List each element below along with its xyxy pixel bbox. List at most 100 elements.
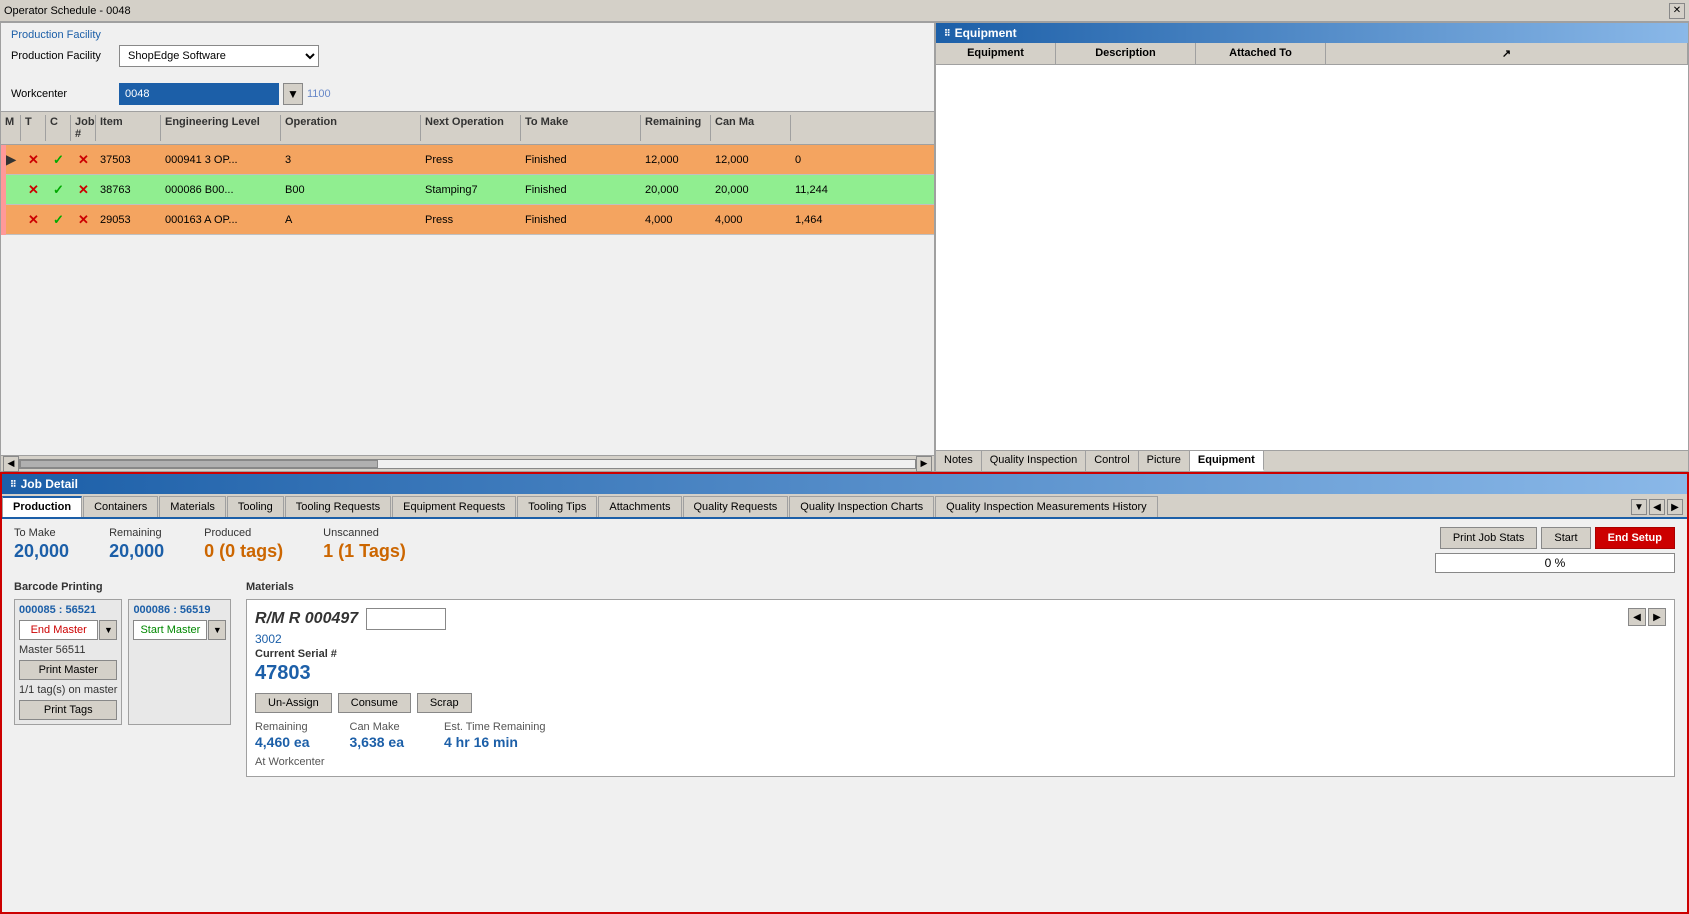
- produced-label: Produced: [204, 527, 283, 539]
- content-area: Barcode Printing 000085 : 56521 End Mast…: [2, 581, 1687, 912]
- consume-button[interactable]: Consume: [338, 693, 411, 713]
- table-row[interactable]: ▶ ✕ ✓ ✕ 37503 000941 3 OP... 3 Press Fin…: [1, 145, 934, 175]
- materials-title: Materials: [246, 581, 1675, 593]
- facility-field-label: Production Facility: [11, 50, 111, 62]
- start-button[interactable]: Start: [1541, 527, 1590, 549]
- tab-equipment[interactable]: Equipment: [1190, 451, 1264, 471]
- tab-quality-inspection-history[interactable]: Quality Inspection Measurements History: [935, 496, 1158, 517]
- row-item: 000941 3 OP...: [161, 152, 281, 168]
- col-header-t: T: [21, 115, 46, 141]
- tab-arrows: ▼ ◀ ▶: [1627, 497, 1687, 517]
- col-header-remaining: Remaining: [641, 115, 711, 141]
- stat-unscanned: Unscanned 1 (1 Tags): [323, 527, 406, 562]
- start-master-dropdown[interactable]: ▼: [208, 620, 226, 640]
- tab-tooling[interactable]: Tooling: [227, 496, 284, 517]
- tab-picture[interactable]: Picture: [1139, 451, 1190, 471]
- col-header-op: Operation: [281, 115, 421, 141]
- material-actions: Un-Assign Consume Scrap: [255, 693, 1666, 713]
- end-setup-button[interactable]: End Setup: [1595, 527, 1675, 549]
- row-to-make: 20,000: [641, 182, 711, 198]
- row-can-make: 1,464: [791, 212, 861, 228]
- row-to-make: 4,000: [641, 212, 711, 228]
- unassign-button[interactable]: Un-Assign: [255, 693, 332, 713]
- mat-est-time-label: Est. Time Remaining: [444, 721, 545, 733]
- scrollbar-track[interactable]: [19, 459, 916, 469]
- barcode-panel-1: 000085 : 56521 End Master ▼ Master 56511…: [14, 599, 122, 725]
- mat-remaining-value: 4,460 ea: [255, 734, 310, 750]
- tab-quality-inspection-charts[interactable]: Quality Inspection Charts: [789, 496, 934, 517]
- tab-dropdown-btn[interactable]: ▼: [1631, 499, 1647, 515]
- tab-quality-inspection[interactable]: Quality Inspection: [982, 451, 1086, 471]
- to-make-label: To Make: [14, 527, 69, 539]
- end-master-dropdown[interactable]: ▼: [99, 620, 117, 640]
- row-pink-indicator: [1, 175, 6, 205]
- top-btn-row: Print Job Stats Start End Setup: [1440, 527, 1675, 549]
- right-tabs: Notes Quality Inspection Control Picture…: [936, 450, 1688, 471]
- workcenter-number: 1100: [307, 88, 331, 100]
- barcode-panel-2: 000086 : 56519 Start Master ▼: [128, 599, 231, 725]
- nav-next-btn[interactable]: ▶: [1648, 608, 1666, 626]
- mat-can-make-value: 3,638 ea: [350, 734, 405, 750]
- workcenter-input-wrap: ▼ 1100: [119, 83, 331, 105]
- scroll-left-btn[interactable]: ◀: [3, 456, 19, 472]
- equipment-title-bar: ⠿ Equipment: [936, 23, 1688, 43]
- job-detail-label: Job Detail: [21, 477, 78, 491]
- progress-bar: 0 %: [1435, 553, 1675, 573]
- tab-tooling-tips[interactable]: Tooling Tips: [517, 496, 597, 517]
- start-master-button[interactable]: Start Master: [133, 620, 207, 640]
- nav-prev-btn[interactable]: ◀: [1628, 608, 1646, 626]
- scrollbar-thumb: [20, 460, 378, 468]
- col-header-nextop: Next Operation: [421, 115, 521, 141]
- workcenter-dropdown-btn[interactable]: ▼: [283, 83, 303, 105]
- barcode-section: Barcode Printing 000085 : 56521 End Mast…: [14, 581, 234, 904]
- tab-materials[interactable]: Materials: [159, 496, 226, 517]
- tab-production[interactable]: Production: [2, 496, 82, 517]
- stat-to-make: To Make 20,000: [14, 527, 69, 562]
- col-header-job: Job #: [71, 115, 96, 141]
- tab-tooling-requests[interactable]: Tooling Requests: [285, 496, 391, 517]
- row-operation: Stamping7: [421, 182, 521, 198]
- scrap-button[interactable]: Scrap: [417, 693, 472, 713]
- col-header-item: Item: [96, 115, 161, 141]
- row-to-make: 12,000: [641, 152, 711, 168]
- eq-col-attached: Attached To: [1196, 43, 1326, 64]
- close-button[interactable]: ✕: [1669, 3, 1685, 19]
- eq-col-description: Description: [1056, 43, 1196, 64]
- tab-quality-requests[interactable]: Quality Requests: [683, 496, 789, 517]
- row-mark-t: ✓: [46, 180, 71, 200]
- scroll-right-btn[interactable]: ▶: [916, 456, 932, 472]
- facility-section-label: Production Facility: [11, 29, 924, 41]
- eq-col-equipment: Equipment: [936, 43, 1056, 64]
- row-remaining: 4,000: [711, 212, 791, 228]
- tab-next-btn[interactable]: ▶: [1667, 499, 1683, 515]
- facility-section: Production Facility Production Facility …: [1, 23, 934, 83]
- table-row[interactable]: ✕ ✓ ✕ 29053 000163 A OP... A Press Finis…: [1, 205, 934, 235]
- print-master-button[interactable]: Print Master: [19, 660, 117, 680]
- produced-value: 0 (0 tags): [204, 541, 283, 562]
- barcode-panels: 000085 : 56521 End Master ▼ Master 56511…: [14, 599, 234, 725]
- table-row[interactable]: ✕ ✓ ✕ 38763 000086 B00... B00 Stamping7 …: [1, 175, 934, 205]
- material-input-box[interactable]: [366, 608, 446, 630]
- tab-notes[interactable]: Notes: [936, 451, 982, 471]
- tab-attachments[interactable]: Attachments: [598, 496, 681, 517]
- row-mark-c: ✕: [71, 150, 96, 170]
- job-detail-title: ⠿ Job Detail: [2, 474, 1687, 494]
- end-master-button[interactable]: End Master: [19, 620, 98, 640]
- tab-control[interactable]: Control: [1086, 451, 1138, 471]
- facility-select[interactable]: ShopEdge Software: [119, 45, 319, 67]
- row-remaining: 20,000: [711, 182, 791, 198]
- row-operation: Press: [421, 152, 521, 168]
- row-mark-m: ✕: [21, 210, 46, 230]
- mat-remaining-label: Remaining: [255, 721, 310, 733]
- workcenter-input[interactable]: [119, 83, 279, 105]
- col-header-tomake: To Make: [521, 115, 641, 141]
- col-header-c: C: [46, 115, 71, 141]
- tab-containers[interactable]: Containers: [83, 496, 158, 517]
- tab-equipment-requests[interactable]: Equipment Requests: [392, 496, 516, 517]
- print-job-stats-button[interactable]: Print Job Stats: [1440, 527, 1538, 549]
- row-job-num: 37503: [96, 152, 161, 168]
- col-header-eng: Engineering Level: [161, 115, 281, 141]
- print-tags-button[interactable]: Print Tags: [19, 700, 117, 720]
- barcode-btn-wrap-2: Start Master ▼: [133, 620, 226, 640]
- tab-prev-btn[interactable]: ◀: [1649, 499, 1665, 515]
